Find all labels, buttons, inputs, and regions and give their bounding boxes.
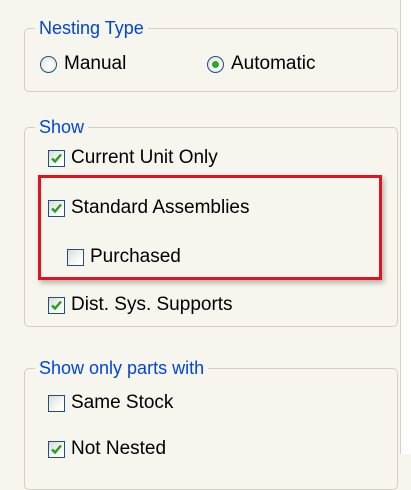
checkbox-box[interactable] [48, 394, 65, 412]
manual-radio-button[interactable] [40, 55, 57, 73]
checkbox-box[interactable] [48, 296, 65, 314]
manual-label: Manual [64, 53, 127, 74]
checkbox-box[interactable] [48, 149, 65, 167]
not-nested-label: Not Nested [71, 438, 167, 459]
show-only-parts-with-group: Show only parts with [24, 358, 398, 490]
checkbox-box[interactable] [48, 440, 65, 458]
check-icon [51, 300, 62, 310]
same-stock-label: Same Stock [71, 392, 174, 413]
current-unit-only-checkbox[interactable]: Current Unit Only [48, 147, 218, 169]
show-legend: Show [35, 117, 89, 137]
dist-sys-supports-label: Dist. Sys. Supports [71, 294, 233, 315]
show-only-parts-with-legend: Show only parts with [35, 358, 209, 378]
check-icon [51, 153, 62, 163]
nesting-options-panel: Nesting Type Manual Automatic Show Curre… [0, 0, 400, 490]
red-highlight-box [38, 175, 382, 280]
same-stock-checkbox[interactable]: Same Stock [48, 392, 173, 414]
current-unit-only-label: Current Unit Only [71, 147, 218, 168]
automatic-radio[interactable]: Automatic [207, 53, 315, 75]
nesting-type-legend: Nesting Type [35, 18, 148, 38]
automatic-radio-button[interactable] [207, 55, 224, 73]
automatic-label: Automatic [231, 53, 316, 74]
radio-selected-dot [212, 60, 219, 68]
not-nested-checkbox[interactable]: Not Nested [48, 438, 166, 460]
window-right-edge [400, 0, 411, 454]
dist-sys-supports-checkbox[interactable]: Dist. Sys. Supports [48, 294, 233, 316]
manual-radio[interactable]: Manual [40, 53, 126, 75]
